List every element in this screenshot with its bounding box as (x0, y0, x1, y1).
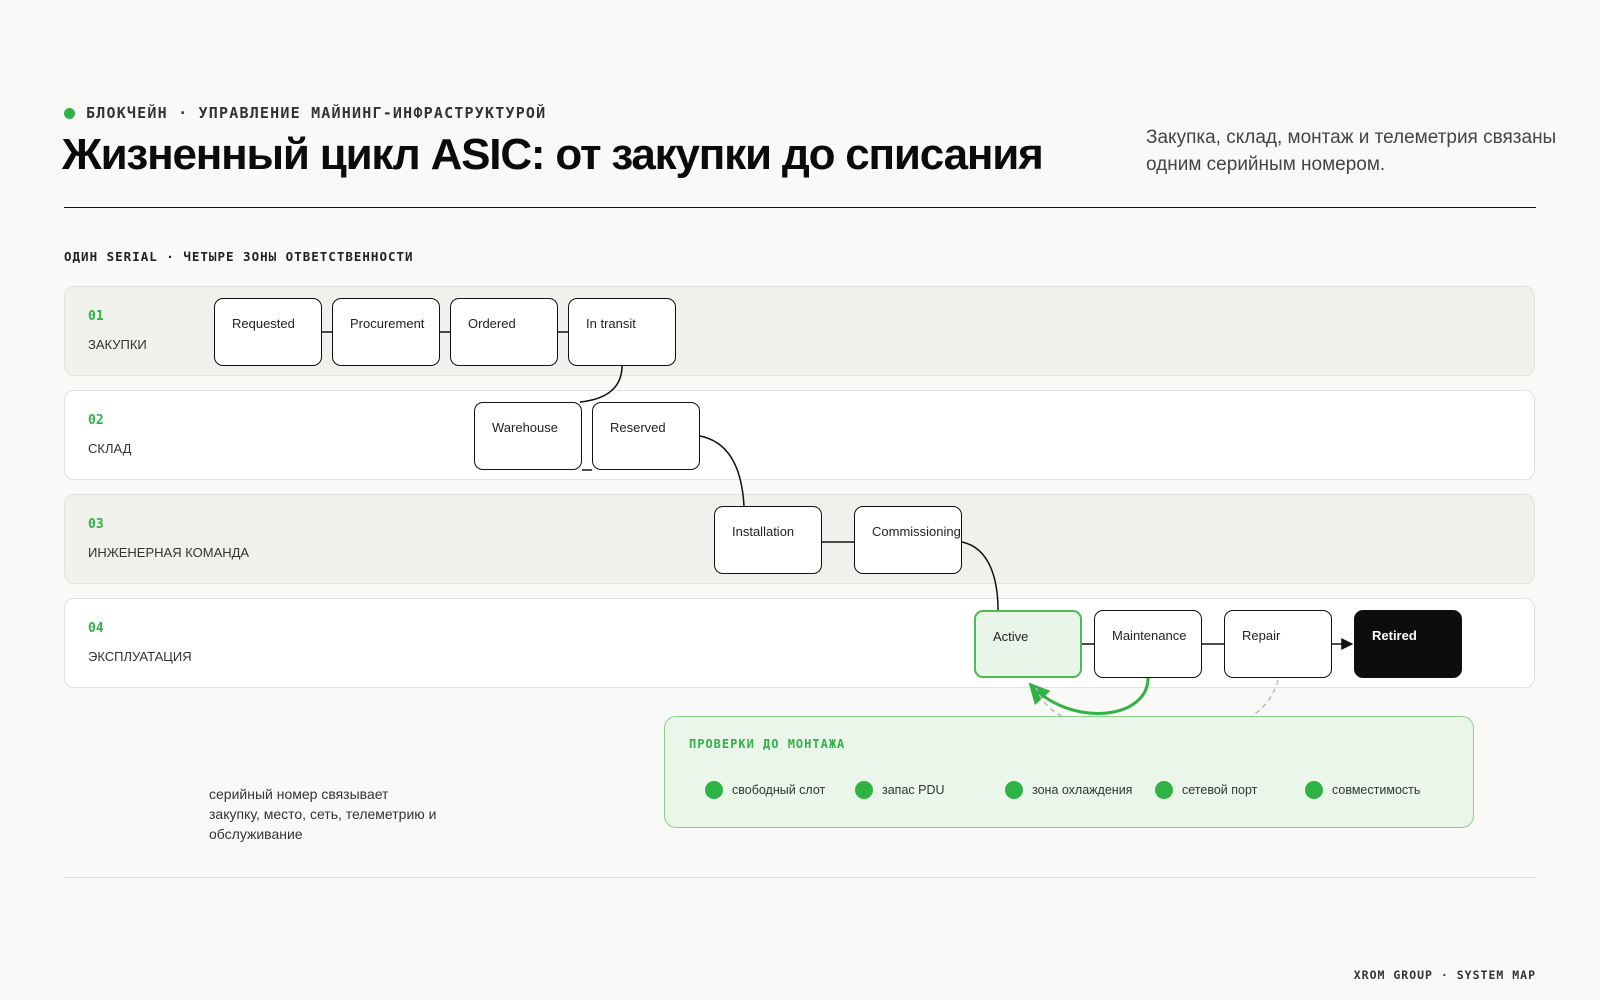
edge-in-transit-warehouse (579, 365, 623, 403)
node-label: Retired (1372, 628, 1417, 643)
node-active[interactable]: Active (974, 610, 1082, 678)
node-maintenance[interactable]: Maintenance (1094, 610, 1202, 678)
pre-install-checks-panel: ПРОВЕРКИ ДО МОНТАЖА свободный слот запас… (664, 716, 1474, 828)
node-label: Installation (732, 524, 795, 539)
node-label: Requested (232, 316, 295, 331)
node-installation[interactable]: Installation (714, 506, 822, 574)
node-ordered[interactable]: Ordered (450, 298, 558, 366)
node-procurement[interactable]: Procurement (332, 298, 440, 366)
check-dot-icon (855, 781, 873, 799)
node-requested[interactable]: Requested (214, 298, 322, 366)
node-warehouse[interactable]: Warehouse (474, 402, 582, 470)
check-dot-icon (1305, 781, 1323, 799)
node-in-transit[interactable]: In transit (568, 298, 676, 366)
node-commissioning[interactable]: Commissioning (854, 506, 962, 574)
node-label: Ordered (468, 316, 516, 331)
node-retired[interactable]: Retired (1354, 610, 1462, 678)
node-label: Warehouse (492, 420, 558, 435)
footer-divider (64, 877, 1536, 878)
check-label: сетевой порт (1182, 783, 1258, 797)
check-label: зона охлаждения (1032, 783, 1133, 797)
serial-note: серийный номер связывает закупку, место,… (209, 786, 437, 842)
check-item: сетевой порт (1155, 781, 1257, 799)
node-repair[interactable]: Repair (1224, 610, 1332, 678)
edge-commissioning-active (961, 541, 999, 611)
connectors (322, 331, 1354, 717)
node-label: Active (993, 629, 1029, 644)
edge-repair-checks-dashed (1251, 679, 1279, 717)
node-label: Reserved (610, 420, 666, 435)
node-label: Commissioning (872, 524, 961, 539)
check-label: свободный слот (732, 783, 826, 797)
check-item: зона охлаждения (1005, 781, 1132, 799)
check-item: совместимость (1305, 781, 1420, 799)
node-label: In transit (586, 316, 636, 331)
footer-label: XROM GROUP · SYSTEM MAP (1353, 968, 1536, 982)
check-item: свободный слот (705, 781, 825, 799)
checks-title: ПРОВЕРКИ ДО МОНТАЖА (689, 737, 846, 751)
check-dot-icon (705, 781, 723, 799)
check-label: запас PDU (882, 783, 945, 797)
check-dot-icon (1005, 781, 1023, 799)
node-label: Maintenance (1112, 628, 1187, 643)
node-reserved[interactable]: Reserved (592, 402, 700, 470)
node-label: Repair (1242, 628, 1281, 643)
check-dot-icon (1155, 781, 1173, 799)
edge-maintenance-active-return (1028, 677, 1150, 715)
check-label: совместимость (1332, 783, 1421, 797)
node-label: Procurement (350, 316, 425, 331)
check-item: запас PDU (855, 781, 945, 799)
edge-reserved-installation (699, 435, 745, 507)
